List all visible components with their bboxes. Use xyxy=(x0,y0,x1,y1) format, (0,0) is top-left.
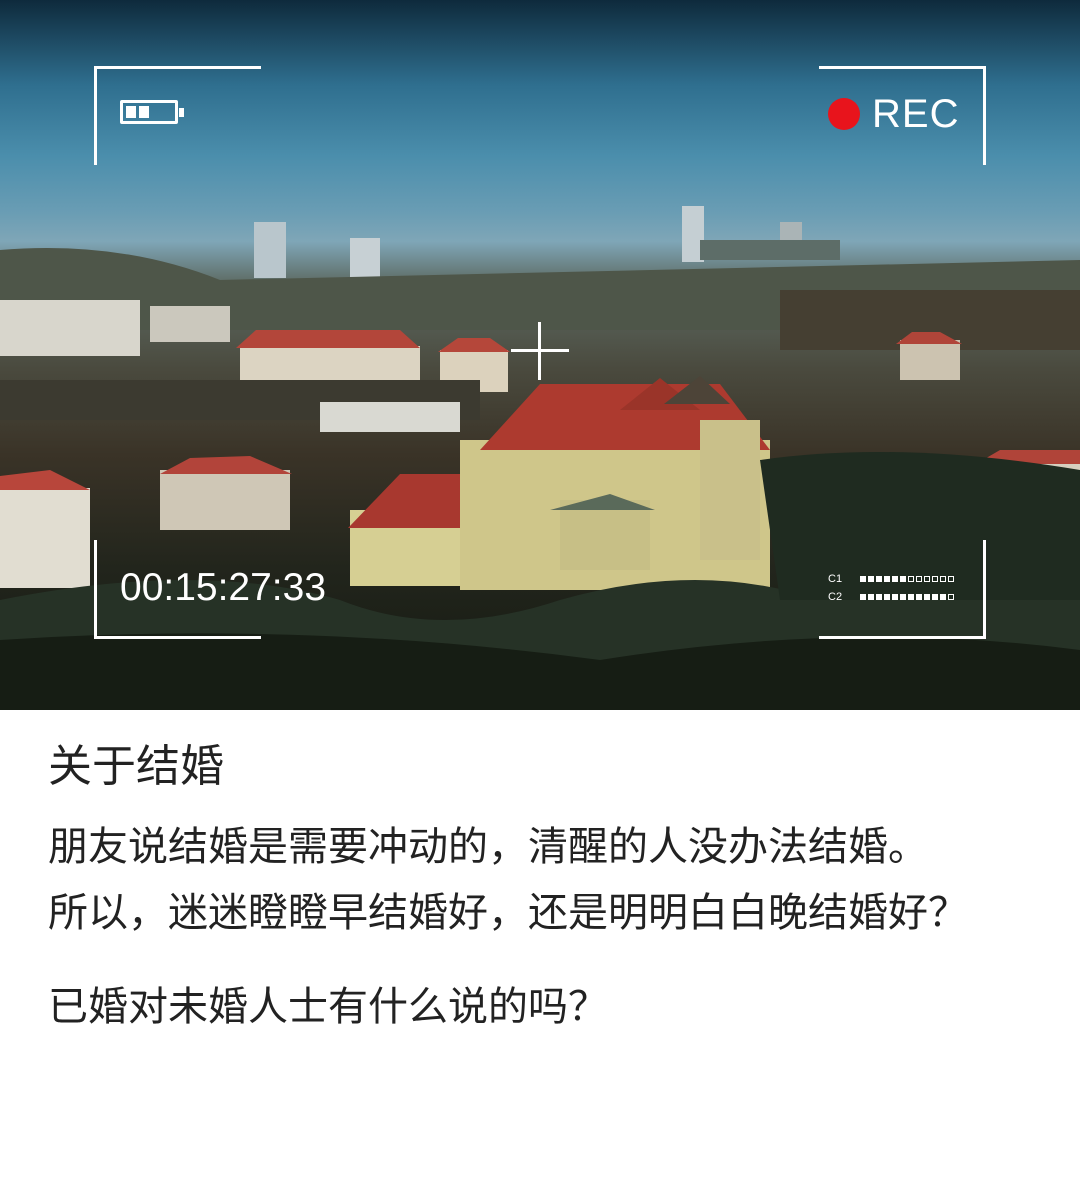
audio-channel-c2: C2 xyxy=(828,588,956,606)
rec-label: REC xyxy=(872,92,960,136)
battery-icon xyxy=(120,100,184,124)
battery-nub xyxy=(179,108,184,117)
meter-segment xyxy=(876,576,882,582)
record-dot-icon xyxy=(828,98,860,130)
meter-segment xyxy=(860,594,866,600)
post-content: 关于结婚 朋友说结婚是需要冲动的，清醒的人没办法结婚。 所以，迷迷瞪瞪早结婚好，… xyxy=(0,738,1080,1040)
meter-segment xyxy=(884,576,890,582)
meter-segment xyxy=(940,576,946,582)
meter-segment xyxy=(948,576,954,582)
channel-label: C2 xyxy=(828,591,843,603)
meter-segment xyxy=(868,576,874,582)
meter-segment xyxy=(900,576,906,582)
post-paragraph: 已婚对未婚人士有什么说的吗？ xyxy=(48,984,608,1030)
meter-segment xyxy=(908,594,914,600)
meter-segment xyxy=(940,594,946,600)
meter-segment xyxy=(860,576,866,582)
level-meter xyxy=(860,594,956,600)
meter-segment xyxy=(916,576,922,582)
meter-segment xyxy=(916,594,922,600)
meter-segment xyxy=(900,594,906,600)
level-meter xyxy=(860,576,956,582)
meter-segment xyxy=(892,576,898,582)
meter-segment xyxy=(868,594,874,600)
battery-bar xyxy=(139,106,149,118)
audio-channel-c1: C1 xyxy=(828,570,956,588)
meter-segment xyxy=(884,594,890,600)
timecode: 00:15:27:33 xyxy=(120,566,327,609)
camera-viewfinder-image: REC 00:15:27:33 C1 C2 xyxy=(0,0,1080,710)
meter-segment xyxy=(876,594,882,600)
battery-bar xyxy=(126,106,136,118)
meter-segment xyxy=(924,594,930,600)
crosshair-icon xyxy=(511,322,569,380)
channel-label: C1 xyxy=(828,573,843,585)
rec-indicator: REC xyxy=(828,94,959,134)
meter-segment xyxy=(932,576,938,582)
meter-segment xyxy=(892,594,898,600)
meter-segment xyxy=(908,576,914,582)
meter-segment xyxy=(932,594,938,600)
post-paragraph: 朋友说结婚是需要冲动的，清醒的人没办法结婚。 xyxy=(48,824,928,870)
post-paragraph: 所以，迷迷瞪瞪早结婚好，还是明明白白晚结婚好？ xyxy=(48,890,968,936)
meter-segment xyxy=(948,594,954,600)
audio-channel-meters: C1 C2 xyxy=(828,570,956,606)
meter-segment xyxy=(924,576,930,582)
post-title: 关于结婚 xyxy=(48,741,224,792)
